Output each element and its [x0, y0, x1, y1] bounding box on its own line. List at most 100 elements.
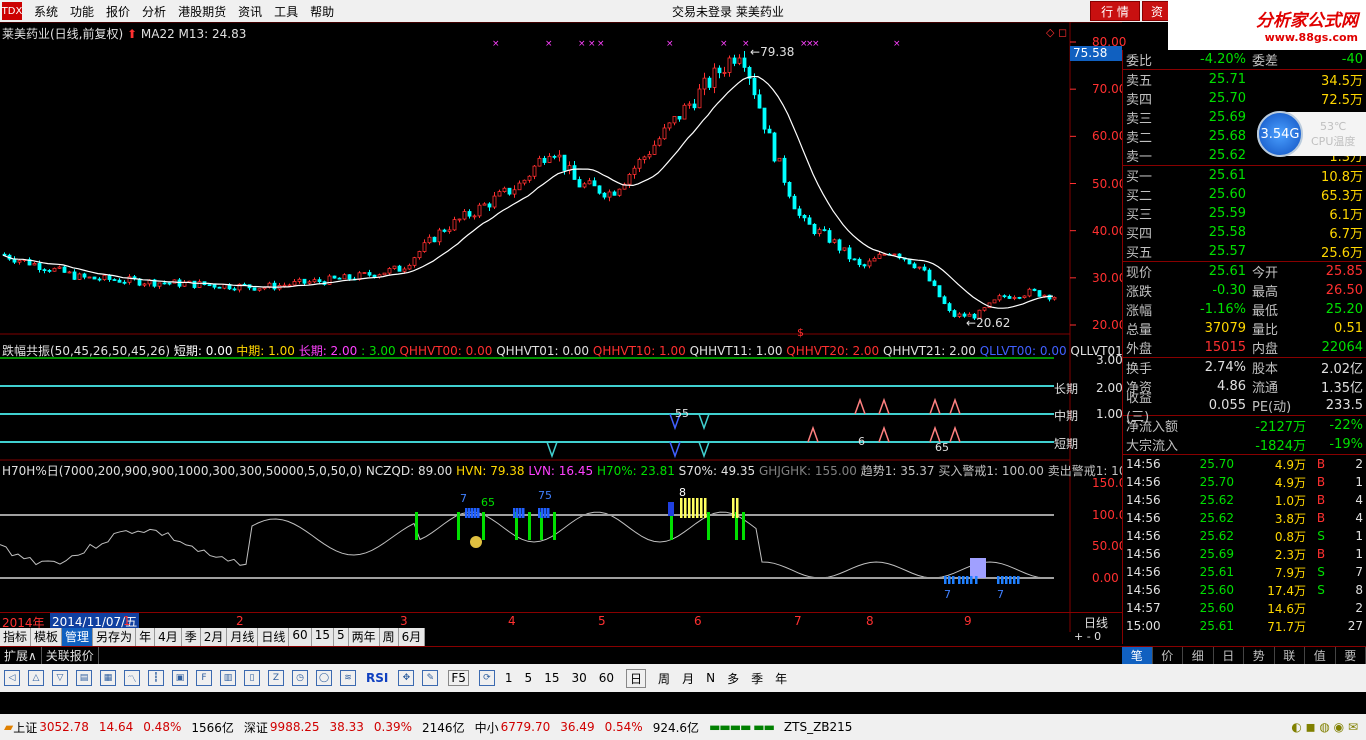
- tab-expand[interactable]: 扩展∧: [0, 647, 42, 664]
- period-week[interactable]: 周: [658, 670, 670, 687]
- tick-row[interactable]: 14:56 25.62 1.0万 B 4: [1123, 491, 1366, 509]
- order-volume: 10.8万: [1321, 170, 1363, 185]
- chart-canvas[interactable]: × × × × × × × × ××× ×: [0, 22, 1122, 644]
- down-arrow-icon[interactable]: ▽: [52, 670, 68, 686]
- f5-button[interactable]: F5: [448, 670, 469, 686]
- tab-template[interactable]: 模板: [31, 628, 63, 646]
- candle-body: [917, 266, 922, 269]
- buy-row[interactable]: 买一 25.61 10.8万: [1123, 166, 1366, 185]
- buy-row[interactable]: 买三 25.59 6.1万: [1123, 204, 1366, 223]
- tab-6month[interactable]: 6月: [398, 628, 426, 646]
- cpu-widget[interactable]: 3.54G 53℃ CPU温度: [1257, 111, 1366, 157]
- fz-icon[interactable]: Z: [268, 670, 284, 686]
- period-1[interactable]: 1: [505, 671, 513, 685]
- f10-icon[interactable]: F: [196, 670, 212, 686]
- tab-2year[interactable]: 两年: [348, 628, 380, 646]
- period-5[interactable]: 5: [525, 671, 533, 685]
- tray-icons[interactable]: ◐ ◼ ◍ ◉ ✉: [1291, 720, 1358, 734]
- rtab-bi[interactable]: 笔: [1122, 647, 1153, 664]
- period-multi[interactable]: 多: [727, 670, 739, 687]
- stat-value: 4.86: [1217, 379, 1246, 394]
- rsi-button[interactable]: RSI: [366, 671, 388, 685]
- order-price: 25.62: [1208, 148, 1246, 163]
- rtab-xi[interactable]: 细: [1183, 647, 1214, 664]
- menu-item-analysis[interactable]: 分析: [142, 3, 166, 20]
- tick-row[interactable]: 14:56 25.61 7.9万 S 7: [1123, 563, 1366, 581]
- box-icon[interactable]: ▣: [172, 670, 188, 686]
- buy-row[interactable]: 买四 25.58 6.7万: [1123, 223, 1366, 242]
- ind1-peak-mark: [807, 425, 819, 443]
- tab-week[interactable]: 周: [379, 628, 399, 646]
- menu-item-function[interactable]: 功能: [70, 3, 94, 20]
- tab-season[interactable]: 季: [181, 628, 201, 646]
- tab-monthly[interactable]: 月线: [227, 628, 259, 646]
- menu-item-tools[interactable]: 工具: [274, 3, 298, 20]
- candle-body: [582, 183, 587, 188]
- pencil-icon[interactable]: ✎: [422, 670, 439, 686]
- rtab-lian[interactable]: 联: [1275, 647, 1305, 664]
- refresh-icon[interactable]: ⟳: [478, 670, 495, 686]
- tab-60[interactable]: 60: [289, 628, 312, 646]
- clock-icon[interactable]: ◷: [292, 670, 308, 686]
- menu-item-news[interactable]: 资讯: [238, 3, 262, 20]
- tab-year[interactable]: 年: [136, 628, 156, 646]
- diamond-icon[interactable]: ◇ ◻: [1046, 26, 1067, 39]
- ind2-mark-75: 75: [538, 489, 552, 502]
- candle-icon[interactable]: ┇: [148, 670, 164, 686]
- ind1-item: QHHVT01: 0.00: [492, 344, 590, 358]
- menu-item-hk-futures[interactable]: 港股期货: [178, 3, 226, 20]
- tab-15[interactable]: 15: [311, 628, 334, 646]
- tab-indicator[interactable]: 指标: [0, 628, 32, 646]
- period-n[interactable]: N: [706, 671, 715, 685]
- tick-row[interactable]: 14:57 25.60 14.6万 2: [1123, 599, 1366, 617]
- circle-icon[interactable]: ◯: [316, 670, 332, 686]
- up-arrow-icon[interactable]: △: [28, 670, 44, 686]
- tick-row[interactable]: 14:56 25.70 4.9万 B 2: [1123, 455, 1366, 473]
- candle-body: [667, 122, 672, 129]
- quote-button[interactable]: 行 情: [1090, 1, 1140, 21]
- sell-row[interactable]: 卖四 25.70 72.5万: [1123, 89, 1366, 108]
- doc-icon[interactable]: ▯: [244, 670, 260, 686]
- tab-saveas[interactable]: 另存为: [93, 628, 137, 646]
- tick-row[interactable]: 14:56 25.62 0.8万 S 1: [1123, 527, 1366, 545]
- tick-row[interactable]: 14:56 25.69 2.3万 B 1: [1123, 545, 1366, 563]
- tab-4month[interactable]: 4月: [155, 628, 182, 646]
- move-icon[interactable]: ✥: [398, 670, 415, 686]
- rtab-shi[interactable]: 势: [1244, 647, 1275, 664]
- tick-row[interactable]: 14:56 25.70 4.9万 B 1: [1123, 473, 1366, 491]
- left-arrow-icon[interactable]: ◁: [4, 670, 20, 686]
- period-month[interactable]: 月: [682, 670, 694, 687]
- period-year[interactable]: 年: [775, 670, 787, 687]
- tick-row[interactable]: 14:56 25.60 17.4万 S 8: [1123, 581, 1366, 599]
- chart-icon[interactable]: ▥: [220, 670, 236, 686]
- line-chart-icon[interactable]: 〽: [124, 670, 140, 686]
- table-icon[interactable]: ▤: [76, 670, 92, 686]
- candle-body: [697, 88, 702, 109]
- menu-item-help[interactable]: 帮助: [310, 3, 334, 20]
- zoom-controls[interactable]: + - 0: [1074, 630, 1101, 643]
- buy-row[interactable]: 买五 25.57 25.6万: [1123, 242, 1366, 261]
- period-season[interactable]: 季: [751, 670, 763, 687]
- period-day[interactable]: 日: [626, 668, 647, 688]
- sell-row[interactable]: 卖五 25.71 34.5万: [1123, 70, 1366, 89]
- rtab-jia[interactable]: 价: [1153, 647, 1183, 664]
- tick-row[interactable]: 14:56 25.62 3.8万 B 4: [1123, 509, 1366, 527]
- menu-item-quote[interactable]: 报价: [106, 3, 130, 20]
- buy-row[interactable]: 买二 25.60 65.3万: [1123, 185, 1366, 204]
- tab-2month[interactable]: 2月: [200, 628, 228, 646]
- tab-manage[interactable]: 管理: [62, 628, 94, 646]
- tick-row[interactable]: 15:00 25.61 71.7万 27: [1123, 617, 1366, 635]
- tick-list[interactable]: 14:56 25.70 4.9万 B 2 14:56 25.70 4.9万 B 1 14:56 25.…: [1123, 455, 1366, 635]
- rtab-yao[interactable]: 要: [1336, 647, 1366, 664]
- wave-icon[interactable]: ≋: [340, 670, 356, 686]
- rtab-ri[interactable]: 日: [1214, 647, 1244, 664]
- period-15[interactable]: 15: [544, 671, 559, 685]
- period-30[interactable]: 30: [571, 671, 586, 685]
- grid-icon[interactable]: ▦: [100, 670, 116, 686]
- rtab-zhi[interactable]: 值: [1305, 647, 1336, 664]
- tab-daily[interactable]: 日线: [258, 628, 290, 646]
- tab-related[interactable]: 关联报价: [42, 647, 99, 664]
- period-60[interactable]: 60: [599, 671, 614, 685]
- menu-item-system[interactable]: 系统: [34, 3, 58, 20]
- tab-5[interactable]: 5: [333, 628, 349, 646]
